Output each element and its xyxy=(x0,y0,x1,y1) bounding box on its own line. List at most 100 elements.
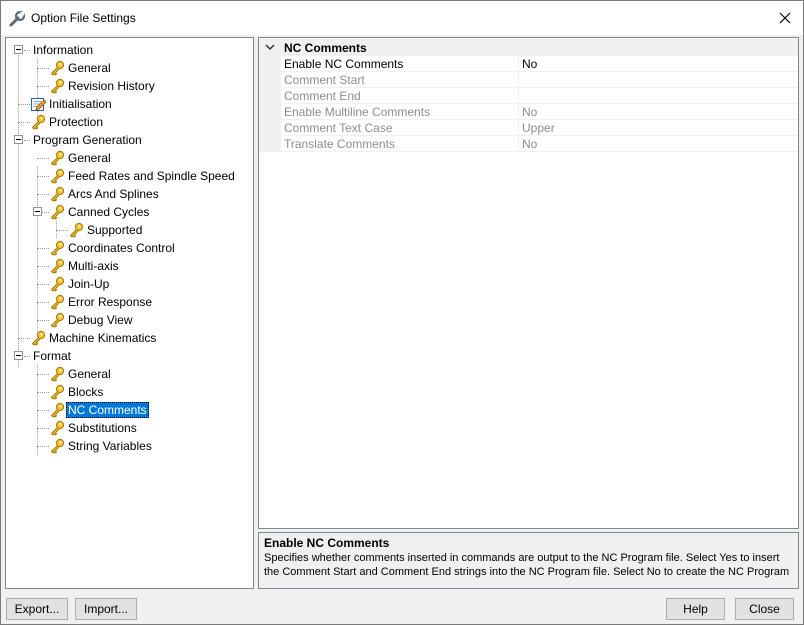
close-button[interactable]: Close xyxy=(735,598,794,620)
tree-item-machine-kinematics[interactable]: Machine Kinematics xyxy=(6,329,253,347)
key-icon xyxy=(49,168,65,184)
tree-connector-line xyxy=(24,140,30,141)
wrench-icon xyxy=(9,10,26,27)
key-icon xyxy=(49,402,65,418)
property-row: Comment End xyxy=(259,88,798,104)
property-row: Comment Start xyxy=(259,72,798,88)
tree-item-blocks[interactable]: Blocks xyxy=(6,383,253,401)
key-icon xyxy=(49,312,65,328)
tree-item-canned-cycles[interactable]: Canned Cycles xyxy=(6,203,253,221)
tree-connector-line xyxy=(24,356,30,357)
property-row: Translate Comments No xyxy=(259,136,798,152)
tree-item-error-response[interactable]: Error Response xyxy=(6,293,253,311)
key-icon xyxy=(49,366,65,382)
row-gutter xyxy=(259,56,281,72)
tree-item-supported[interactable]: Supported xyxy=(6,221,253,239)
collapse-icon[interactable] xyxy=(14,45,23,54)
tree-item-label: Arcs And Splines xyxy=(68,187,159,201)
tree-item-label: Supported xyxy=(87,223,143,237)
tree-connector-line xyxy=(37,410,49,411)
tree-item-label: Format xyxy=(33,349,72,363)
tree-item-substitutions[interactable]: Substitutions xyxy=(6,419,253,437)
tree-item-label: Canned Cycles xyxy=(68,205,150,219)
tree-item-join-up[interactable]: Join-Up xyxy=(6,275,253,293)
tree-item-revision-history[interactable]: Revision History xyxy=(6,77,253,95)
option-file-settings-window: Option File Settings Information General R… xyxy=(0,0,804,625)
tree-connector-line xyxy=(37,320,49,321)
tree-item-label: Feed Rates and Spindle Speed xyxy=(68,169,235,183)
key-icon xyxy=(49,186,65,202)
close-window-button[interactable] xyxy=(767,1,803,35)
property-value: Upper xyxy=(519,120,798,136)
tree-connector-line xyxy=(37,248,49,249)
property-row: Enable Multiline Comments No xyxy=(259,104,798,120)
tree-item-string-variables[interactable]: String Variables xyxy=(6,437,253,455)
tree-item-general[interactable]: General xyxy=(6,149,253,167)
tree-connector-line xyxy=(37,428,49,429)
tree-item-feed-rates-and-spindle-speed[interactable]: Feed Rates and Spindle Speed xyxy=(6,167,253,185)
tree-item-protection[interactable]: Protection xyxy=(6,113,253,131)
key-icon xyxy=(49,438,65,454)
row-gutter xyxy=(259,88,281,104)
description-text: Specifies whether comments inserted in c… xyxy=(264,552,790,578)
tree-item-label: Substitutions xyxy=(68,421,137,435)
collapse-icon[interactable] xyxy=(33,207,42,216)
tree-item-label: Blocks xyxy=(68,385,104,399)
tree-item-label: General xyxy=(68,367,111,381)
tree-item-initialisation[interactable]: Initialisation xyxy=(6,95,253,113)
tree-item-format[interactable]: Format xyxy=(6,347,253,365)
help-button[interactable]: Help xyxy=(666,598,725,620)
tree-item-label: General xyxy=(68,151,111,165)
export-button[interactable]: Export... xyxy=(6,598,68,620)
tree-item-multi-axis[interactable]: Multi-axis xyxy=(6,257,253,275)
settings-tree[interactable]: Information General Revision History Initia… xyxy=(5,37,254,589)
collapse-icon[interactable] xyxy=(14,135,23,144)
key-icon xyxy=(30,330,46,346)
tree-connector-line xyxy=(37,266,49,267)
property-row[interactable]: Enable NC Comments No xyxy=(259,56,798,72)
key-icon xyxy=(49,294,65,310)
category-header[interactable]: NC Comments xyxy=(259,39,798,56)
tree-item-label: Initialisation xyxy=(49,97,112,111)
tree-item-general[interactable]: General xyxy=(6,59,253,77)
tree-item-label: Coordinates Control xyxy=(68,241,175,255)
key-icon xyxy=(49,258,65,274)
tree-item-information[interactable]: Information xyxy=(6,41,253,59)
tree-connector-line xyxy=(37,302,49,303)
collapse-icon[interactable] xyxy=(14,351,23,360)
property-value[interactable]: No xyxy=(519,56,798,72)
tree-item-label: General xyxy=(68,61,111,75)
tree-item-program-generation[interactable]: Program Generation xyxy=(6,131,253,149)
tree-connector-line xyxy=(37,86,49,87)
tree-connector-line xyxy=(37,392,49,393)
property-value xyxy=(519,72,798,88)
property-name: Comment Start xyxy=(281,72,519,88)
property-value: No xyxy=(519,136,798,152)
import-button[interactable]: Import... xyxy=(75,598,137,620)
property-name[interactable]: Enable NC Comments xyxy=(281,56,519,72)
key-icon xyxy=(49,60,65,76)
tree-connector-line xyxy=(37,68,49,69)
tree-item-label: Information xyxy=(33,43,94,57)
collapse-category-icon[interactable] xyxy=(265,42,275,52)
tree-item-arcs-and-splines[interactable]: Arcs And Splines xyxy=(6,185,253,203)
edit-document-icon xyxy=(30,96,47,112)
tree-item-label: Error Response xyxy=(68,295,153,309)
key-icon xyxy=(30,114,46,130)
key-icon xyxy=(49,384,65,400)
tree-item-debug-view[interactable]: Debug View xyxy=(6,311,253,329)
property-name: Comment Text Case xyxy=(281,120,519,136)
tree-connector-line xyxy=(37,374,49,375)
row-gutter xyxy=(259,136,281,152)
key-icon xyxy=(49,240,65,256)
description-panel: Enable NC Comments Specifies whether com… xyxy=(258,532,799,589)
tree-item-general[interactable]: General xyxy=(6,365,253,383)
close-icon xyxy=(779,12,791,24)
tree-connector-line xyxy=(37,176,49,177)
property-name: Enable Multiline Comments xyxy=(281,104,519,120)
tree-item-label: Join-Up xyxy=(68,277,110,291)
tree-item-coordinates-control[interactable]: Coordinates Control xyxy=(6,239,253,257)
key-icon xyxy=(49,78,65,94)
tree-item-nc-comments[interactable]: NC Comments xyxy=(6,401,253,419)
tree-connector-line xyxy=(18,122,30,123)
